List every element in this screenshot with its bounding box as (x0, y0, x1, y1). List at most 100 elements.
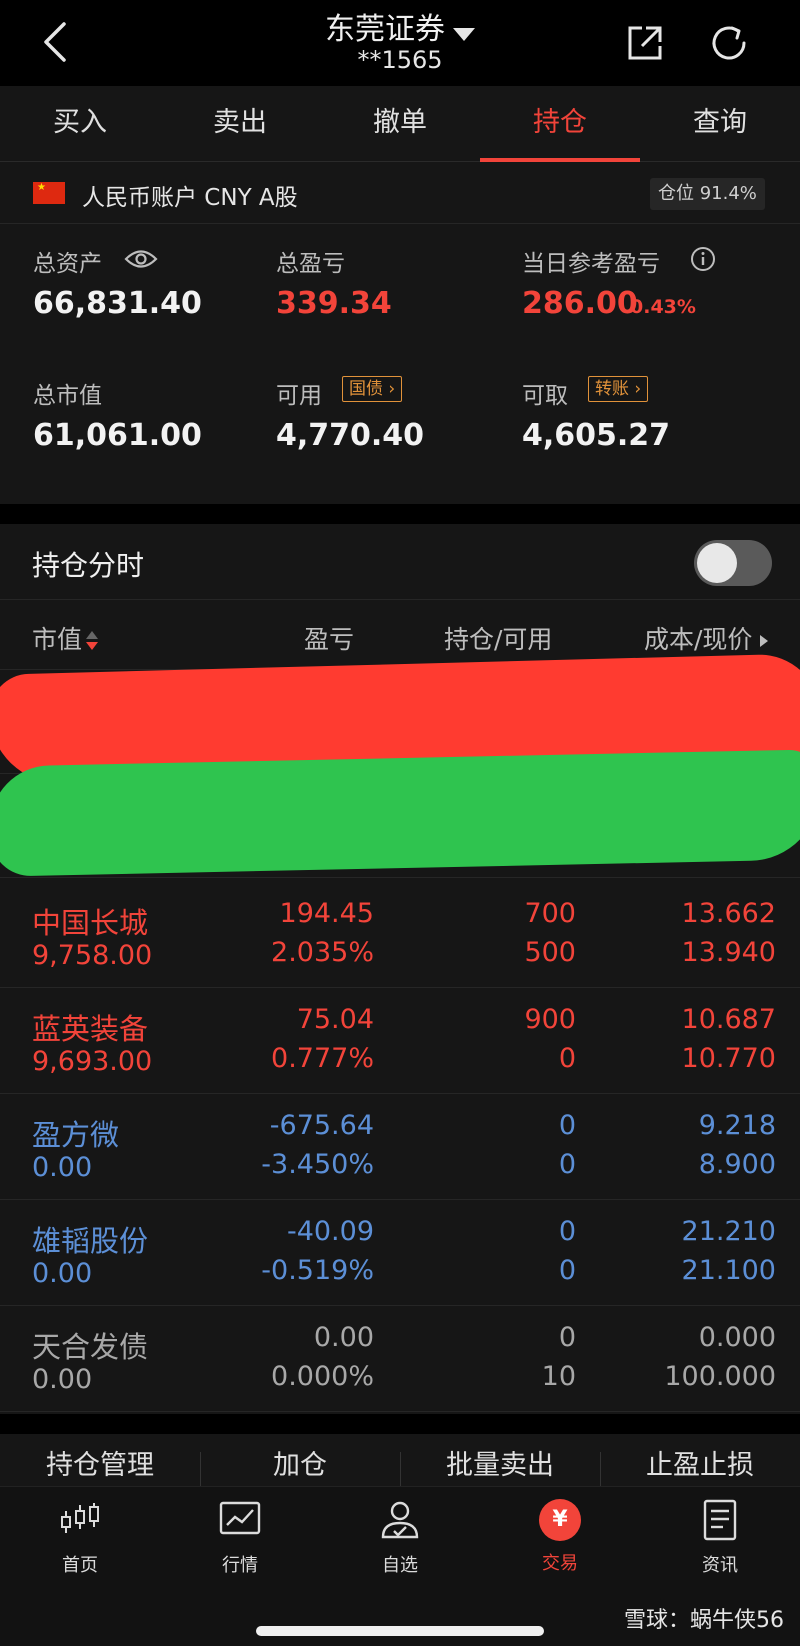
stock-pnl-percent: 2.035% (271, 937, 374, 968)
add-position-button[interactable]: 加仓 (200, 1434, 400, 1492)
tab-cancel[interactable]: 撤单 (320, 86, 480, 161)
treasury-bond-tag[interactable]: 国债 › (342, 376, 403, 402)
account-number: **1565 (357, 46, 443, 74)
candlestick-icon (61, 1503, 99, 1533)
stock-pnl: -40.09 (286, 1216, 374, 1247)
table-row[interactable]: 雄韬股份 0.00 -40.09 -0.519% 0 0 21.210 21.1… (0, 1200, 800, 1306)
refresh-icon[interactable] (708, 22, 750, 64)
header-pnl[interactable]: 盈亏 (304, 620, 354, 656)
chevron-right-icon (760, 635, 769, 647)
stock-name: 雄韬股份 (32, 1224, 149, 1258)
chart-icon (219, 1501, 261, 1535)
nav-market-label: 行情 (222, 1555, 258, 1576)
account-label: 人民币账户 CNY A股 (82, 185, 298, 211)
stock-position: 700 (524, 898, 576, 929)
stock-name: 盈方微 (32, 1118, 120, 1152)
tab-buy[interactable]: 买入 (0, 86, 160, 161)
stock-name: 天合发债 (32, 1330, 149, 1364)
stock-pnl: 194.45 (279, 898, 374, 929)
nav-news[interactable]: 资讯 (640, 1497, 800, 1577)
stock-price: 100.000 (664, 1361, 776, 1392)
market-value-label: 总市值 (33, 383, 102, 409)
stock-position: 0 (558, 1216, 576, 1247)
tab-positions[interactable]: 持仓 (480, 86, 640, 162)
stock-cost: 10.687 (681, 1004, 776, 1035)
available-value: 4,770.40 (276, 418, 425, 453)
daily-pnl-percent: 0.43% (630, 296, 696, 318)
batch-sell-button[interactable]: 批量卖出 (400, 1434, 600, 1492)
xueqiu-watermark: 雪球：蜗牛侠56 (624, 1608, 784, 1633)
home-indicator[interactable] (256, 1626, 544, 1636)
stock-market-value: 9,758.00 (32, 940, 153, 971)
info-icon[interactable] (690, 246, 716, 272)
daily-pnl-label: 当日参考盈亏 (522, 251, 660, 277)
stock-available: 0 (558, 1255, 576, 1286)
table-row[interactable]: 蓝英装备 9,693.00 75.04 0.777% 900 0 10.687 … (0, 988, 800, 1094)
share-icon[interactable] (624, 22, 666, 64)
user-check-icon (381, 1501, 419, 1539)
stock-available: 0 (558, 1149, 576, 1180)
stock-pnl-percent: 0.777% (271, 1043, 374, 1074)
take-profit-stop-loss-button[interactable]: 止盈止损 (600, 1434, 800, 1492)
header-cost-price[interactable]: 成本/现价 (644, 620, 769, 656)
nav-trade-label: 交易 (542, 1553, 578, 1574)
table-row[interactable]: 中国长城 9,758.00 194.45 2.035% 700 500 13.6… (0, 882, 800, 988)
back-icon[interactable] (36, 18, 76, 66)
document-icon (703, 1499, 737, 1541)
stock-price: 10.770 (681, 1043, 776, 1074)
account-summary: ★ 人民币账户 CNY A股 仓位 91.4% 总资产 66,831.40 总盈… (0, 162, 800, 504)
header-position[interactable]: 持仓/可用 (444, 620, 552, 656)
stock-position: 900 (524, 1004, 576, 1035)
available-label: 可用 (276, 383, 322, 409)
trade-tabs: 买入 卖出 撤单 持仓 查询 (0, 86, 800, 162)
withdrawable-value: 4,605.27 (522, 418, 671, 453)
stock-pnl: 0.00 (313, 1322, 374, 1353)
tab-query[interactable]: 查询 (640, 86, 800, 161)
total-assets-label: 总资产 (33, 251, 102, 277)
stock-name: 蓝英装备 (32, 1012, 149, 1046)
table-row[interactable]: 天合发债 0.00 0.00 0.000% 0 10 0.000 100.000 (0, 1306, 800, 1412)
stock-market-value: 0.00 (32, 1364, 93, 1395)
position-chart-switch[interactable] (694, 540, 772, 586)
nav-home[interactable]: 首页 (0, 1497, 160, 1577)
stock-market-value: 9,693.00 (32, 1046, 153, 1077)
position-actions: 持仓管理 加仓 批量卖出 止盈止损 (0, 1434, 800, 1492)
stock-name: 中国长城 (32, 906, 149, 940)
stock-price: 8.900 (698, 1149, 776, 1180)
stock-market-value: 0.00 (32, 1152, 93, 1183)
top-bar: 东莞证券 **1565 (0, 0, 800, 84)
holdings-table: 市值 盈亏 持仓/可用 成本/现价 中国长城 9,758.00 194.45 2… (0, 600, 800, 1414)
stock-price: 13.940 (681, 937, 776, 968)
total-assets-value: 66,831.40 (33, 286, 202, 321)
daily-pnl-value: 286.00 (522, 286, 638, 321)
stock-pnl-percent: -0.519% (261, 1255, 374, 1286)
table-row[interactable]: 盈方微 0.00 -675.64 -3.450% 0 0 9.218 8.900 (0, 1094, 800, 1200)
broker-selector[interactable]: 东莞证券 **1565 (250, 4, 550, 74)
total-pnl-value: 339.34 (276, 286, 392, 321)
treasury-bond-tag-label: 国债 (349, 379, 383, 399)
nav-watchlist[interactable]: 自选 (320, 1497, 480, 1577)
stock-market-value: 0.00 (32, 1258, 93, 1289)
tab-sell[interactable]: 卖出 (160, 86, 320, 161)
header-market-value-label: 市值 (32, 625, 83, 654)
header-market-value[interactable]: 市值 (32, 620, 100, 656)
position-ratio-badge: 仓位 91.4% (650, 178, 765, 210)
transfer-tag[interactable]: 转账 › (588, 376, 649, 402)
chevron-down-icon (453, 28, 475, 41)
nav-trade[interactable]: ¥ 交易 (480, 1497, 640, 1575)
stock-available: 500 (524, 937, 576, 968)
eye-icon[interactable] (124, 246, 158, 272)
withdrawable-label: 可取 (522, 383, 568, 409)
stock-cost: 21.210 (681, 1216, 776, 1247)
nav-market[interactable]: 行情 (160, 1497, 320, 1577)
manage-positions-button[interactable]: 持仓管理 (0, 1434, 200, 1488)
position-chart-label: 持仓分时 (32, 549, 145, 582)
account-row: ★ 人民币账户 CNY A股 仓位 91.4% (0, 162, 800, 224)
stock-available: 10 (541, 1361, 576, 1392)
nav-watchlist-label: 自选 (382, 1555, 418, 1576)
china-flag-icon: ★ (33, 182, 65, 204)
stock-pnl: -675.64 (269, 1110, 374, 1141)
stock-pnl: 75.04 (296, 1004, 374, 1035)
nav-news-label: 资讯 (702, 1555, 738, 1576)
redaction-scribble (0, 749, 800, 877)
